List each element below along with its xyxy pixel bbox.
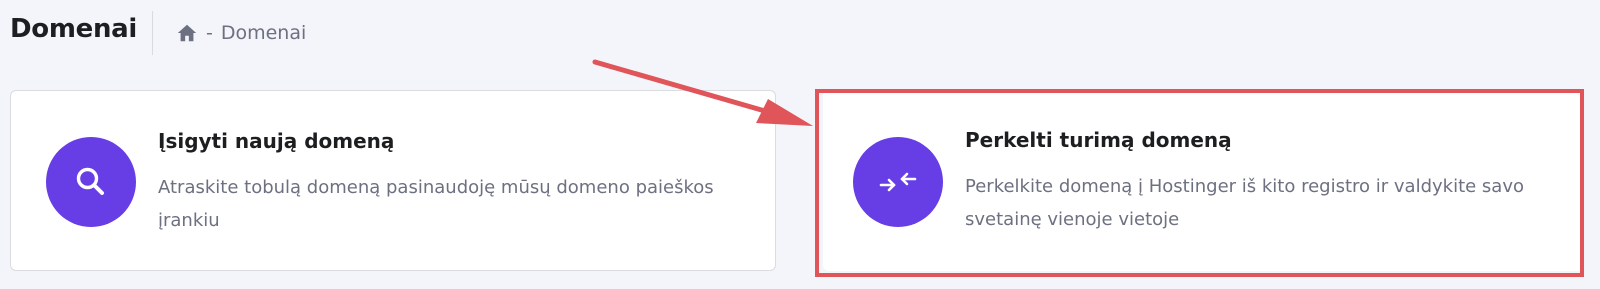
- transfer-domain-description: Perkelkite domeną į Hostinger iš kito re…: [965, 176, 1525, 230]
- header-divider: [152, 11, 153, 55]
- breadcrumb: - Domenai: [176, 20, 306, 46]
- transfer-domain-card[interactable]: Perkelti turimą domeną Perkelkite domeną…: [823, 90, 1583, 271]
- transfer-domain-title: Perkelti turimą domeną: [965, 128, 1232, 152]
- page-header: Domenai - Domenai: [0, 0, 1600, 66]
- breadcrumb-current: Domenai: [220, 22, 307, 44]
- buy-domain-title: Įsigyti naują domeną: [158, 129, 395, 153]
- transfer-arrows-icon: [853, 137, 943, 227]
- search-icon: [46, 137, 136, 227]
- breadcrumb-separator: -: [206, 22, 213, 44]
- home-icon[interactable]: [176, 22, 198, 44]
- buy-domain-card[interactable]: Įsigyti naują domeną Atraskite tobulą do…: [10, 90, 776, 271]
- buy-domain-description: Atraskite tobulą domeną pasinaudoję mūsų…: [158, 177, 714, 231]
- page-title: Domenai: [10, 14, 138, 44]
